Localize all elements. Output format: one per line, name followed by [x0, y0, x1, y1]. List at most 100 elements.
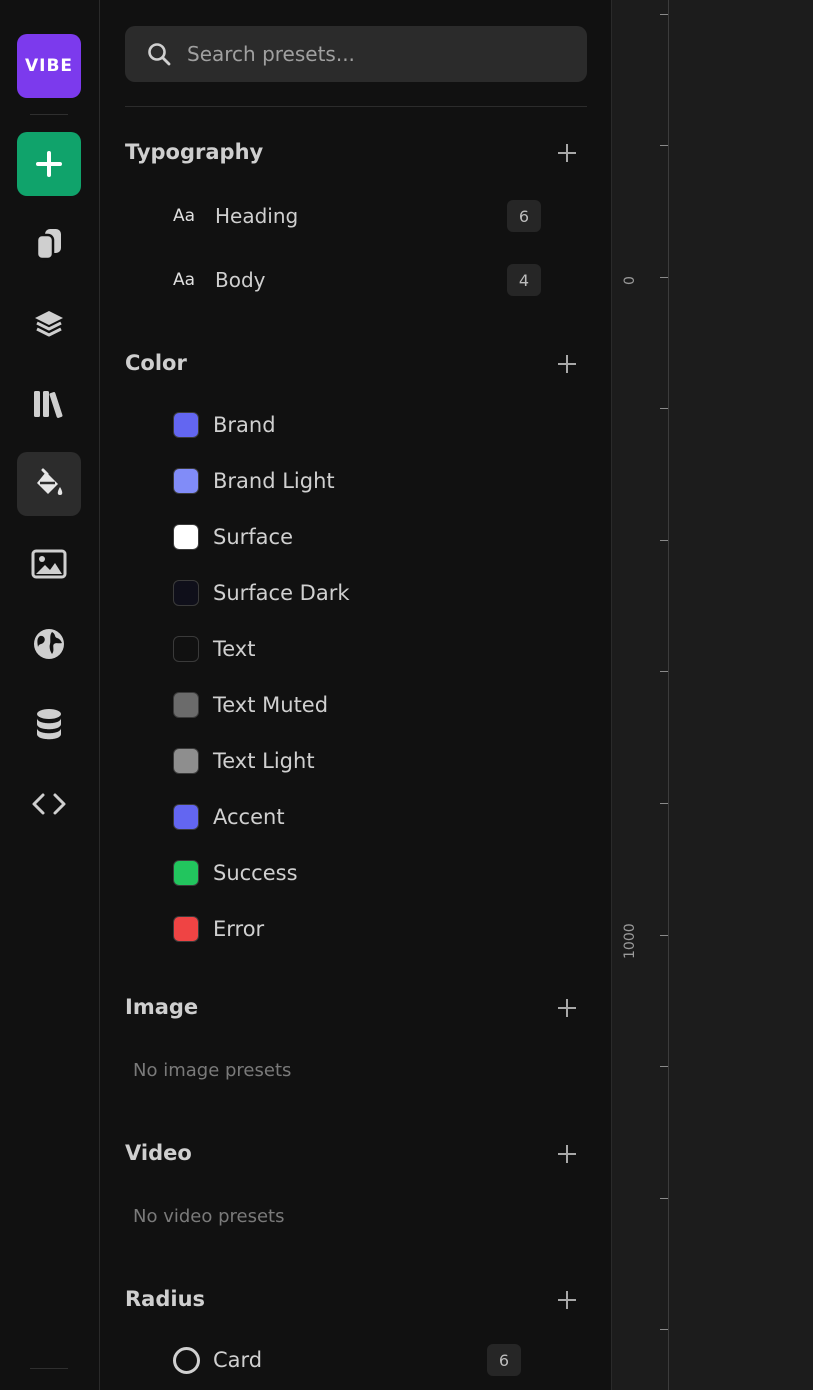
color-item-error[interactable]: Error [173, 909, 264, 949]
plus-icon [36, 151, 62, 177]
plus-icon [558, 355, 576, 373]
library-button[interactable] [17, 372, 81, 436]
color-label: Surface [213, 525, 294, 549]
color-label: Error [213, 917, 265, 941]
ruler-tick [660, 803, 668, 804]
color-item-accent[interactable]: Accent [173, 797, 285, 837]
typography-label: Body [215, 268, 266, 292]
color-swatch [173, 916, 199, 942]
library-icon [34, 391, 63, 418]
search-input[interactable] [187, 42, 567, 66]
plus-icon [558, 999, 576, 1017]
app-logo[interactable]: VIBE [17, 34, 81, 98]
section-title-color: Color [125, 351, 187, 375]
pages-icon [35, 229, 61, 261]
tool-rail: VIBE [0, 0, 100, 1390]
media-button[interactable] [17, 532, 81, 596]
add-video-button[interactable] [553, 1140, 581, 1168]
color-label: Brand [213, 413, 276, 437]
ruler-tick [660, 935, 668, 936]
add-color-button[interactable] [553, 350, 581, 378]
ruler-tick [660, 408, 668, 409]
radius-item-card[interactable]: Card 6 [173, 1340, 521, 1380]
color-swatch [173, 860, 199, 886]
add-typography-button[interactable] [553, 139, 581, 167]
color-swatch [173, 468, 199, 494]
vertical-ruler[interactable]: 0 1000 [612, 0, 669, 1390]
ruler-tick [660, 277, 668, 278]
image-empty-state: No image presets [133, 1060, 292, 1081]
plus-icon [558, 1291, 576, 1309]
add-button[interactable] [17, 132, 81, 196]
color-item-brand-light[interactable]: Brand Light [173, 461, 335, 501]
code-button[interactable] [17, 772, 81, 836]
color-swatch [173, 524, 199, 550]
ruler-tick [660, 145, 668, 146]
pages-button[interactable] [17, 212, 81, 276]
color-label: Surface Dark [213, 581, 350, 605]
section-title-radius: Radius [125, 1287, 206, 1311]
color-label: Text Light [213, 749, 315, 773]
plus-icon [558, 1145, 576, 1163]
database-button[interactable] [17, 692, 81, 756]
layers-button[interactable] [17, 292, 81, 356]
layers-icon [35, 311, 63, 337]
color-item-success[interactable]: Success [173, 853, 298, 893]
color-label: Success [213, 861, 298, 885]
radius-label: Card [213, 1348, 263, 1372]
color-swatch [173, 804, 199, 830]
typography-item-body[interactable]: Aa Body 4 [173, 260, 541, 300]
count-badge: 4 [507, 264, 541, 296]
canvas-area[interactable]: 0 1000 [611, 0, 813, 1390]
color-label: Brand Light [213, 469, 335, 493]
section-title-image: Image [125, 995, 199, 1019]
color-item-text-light[interactable]: Text Light [173, 741, 315, 781]
ruler-tick [660, 14, 668, 15]
color-swatch [173, 412, 199, 438]
ruler-tick [660, 671, 668, 672]
search-icon [148, 43, 171, 66]
color-item-text[interactable]: Text [173, 629, 255, 669]
video-empty-state: No video presets [133, 1206, 285, 1227]
add-image-button[interactable] [553, 994, 581, 1022]
radius-circle-icon [173, 1346, 200, 1374]
search-box[interactable] [125, 26, 587, 82]
color-swatch [173, 636, 199, 662]
rail-divider-bottom [30, 1368, 68, 1369]
color-label: Text Muted [213, 693, 329, 717]
code-icon [32, 793, 66, 815]
typography-prefix: Aa [173, 206, 196, 226]
globe-button[interactable] [17, 612, 81, 676]
color-label: Accent [213, 805, 285, 829]
globe-icon [34, 629, 64, 659]
database-icon [37, 709, 61, 740]
color-item-brand[interactable]: Brand [173, 405, 276, 445]
color-swatch [173, 580, 199, 606]
color-item-text-muted[interactable]: Text Muted [173, 685, 328, 725]
search-divider [125, 106, 587, 107]
typography-item-heading[interactable]: Aa Heading 6 [173, 196, 541, 236]
typography-label: Heading [215, 204, 299, 228]
color-swatch [173, 748, 199, 774]
color-item-surface[interactable]: Surface [173, 517, 293, 557]
color-item-surface-dark[interactable]: Surface Dark [173, 573, 350, 613]
count-badge: 6 [507, 200, 541, 232]
count-badge: 6 [487, 1344, 521, 1376]
color-swatch [173, 692, 199, 718]
color-label: Text [213, 637, 256, 661]
typography-prefix: Aa [173, 270, 196, 290]
ruler-tick [660, 1198, 668, 1199]
styles-button[interactable] [17, 452, 81, 516]
section-title-typography: Typography [125, 140, 264, 164]
section-title-video: Video [125, 1141, 192, 1165]
rail-divider [30, 114, 68, 115]
ruler-tick [660, 540, 668, 541]
plus-icon [558, 144, 576, 162]
ruler-label: 1000 [622, 923, 638, 959]
image-icon [31, 549, 67, 579]
presets-panel: Typography Aa Heading 6 Aa Body 4 Color … [101, 0, 611, 1390]
ruler-tick [660, 1329, 668, 1330]
ruler-label: 0 [622, 276, 638, 285]
paint-bucket-icon [37, 468, 63, 495]
add-radius-button[interactable] [553, 1286, 581, 1314]
